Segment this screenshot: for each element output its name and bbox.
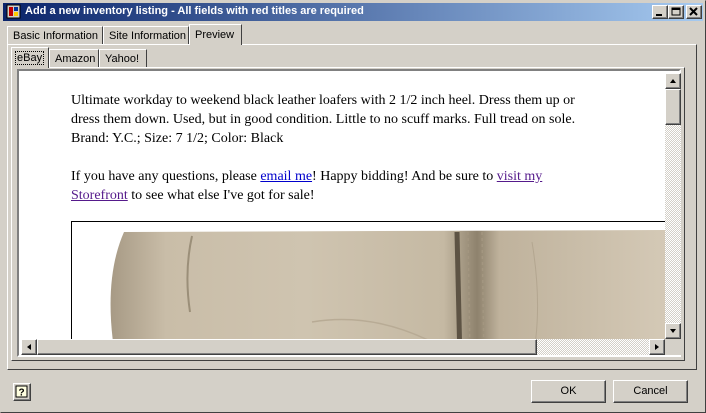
arrow-right-icon	[655, 344, 659, 350]
maximize-button[interactable]	[668, 5, 684, 19]
product-photo	[71, 221, 665, 339]
dialog-window: Add a new inventory listing - All fields…	[0, 0, 706, 413]
scrollbar-corner	[665, 339, 681, 355]
arrow-left-icon	[27, 344, 31, 350]
close-icon	[689, 7, 698, 16]
cancel-button[interactable]: Cancel	[613, 380, 688, 403]
scroll-down-button[interactable]	[665, 323, 681, 339]
vertical-scrollbar[interactable]	[665, 73, 681, 339]
horizontal-scrollbar[interactable]	[21, 339, 665, 355]
minimize-button[interactable]	[652, 5, 668, 19]
description-line: Ultimate workday to weekend black leathe…	[71, 93, 575, 108]
help-icon: ?	[15, 385, 28, 399]
subtab-amazon[interactable]: Amazon	[49, 49, 99, 67]
vertical-scroll-thumb[interactable]	[665, 89, 681, 125]
arrow-down-icon	[670, 329, 676, 333]
contact-text: If you have any questions, please	[71, 169, 261, 184]
preview-page: Ultimate workday to weekend black leathe…	[21, 73, 665, 339]
cancel-button-label: Cancel	[633, 385, 668, 397]
tab-site-information[interactable]: Site Information	[103, 26, 189, 44]
storefront-link[interactable]: Storefront	[71, 188, 128, 203]
ok-button-label: OK	[560, 385, 577, 397]
close-button[interactable]	[686, 5, 702, 19]
subtab-ebay[interactable]: eBay	[11, 47, 49, 68]
tab-basic-information[interactable]: Basic Information	[7, 26, 103, 44]
scroll-up-button[interactable]	[665, 73, 681, 89]
product-photo-image	[110, 230, 665, 339]
main-tab-bar: Basic Information Site Information Previ…	[7, 24, 697, 45]
help-button[interactable]: ?	[13, 383, 31, 401]
subtab-yahoo[interactable]: Yahoo!	[99, 49, 147, 67]
horizontal-scroll-thumb[interactable]	[37, 339, 537, 355]
marketplace-tab-bar: eBay Amazon Yahoo!	[11, 47, 681, 68]
contact-text: to see what else I've got for sale!	[127, 188, 315, 203]
svg-text:?: ?	[18, 388, 24, 399]
app-icon	[6, 4, 21, 19]
email-link[interactable]: email me	[260, 169, 312, 184]
ok-button[interactable]: OK	[531, 380, 606, 403]
tab-label: Preview	[195, 29, 235, 41]
scroll-right-button[interactable]	[649, 339, 665, 355]
storefront-link[interactable]: visit my	[497, 169, 543, 184]
description-line: dress them down. Used, but in good condi…	[71, 112, 576, 127]
contact-message: If you have any questions, please email …	[71, 167, 631, 205]
arrow-up-icon	[670, 79, 676, 83]
maximize-icon	[671, 7, 681, 16]
subtab-label: eBay	[14, 51, 45, 65]
minimize-icon	[656, 14, 662, 16]
html-preview-frame: Ultimate workday to weekend black leathe…	[17, 69, 681, 357]
tab-label: Site Information	[109, 30, 187, 42]
title-bar[interactable]: Add a new inventory listing - All fields…	[3, 3, 703, 21]
item-description: Ultimate workday to weekend black leathe…	[71, 91, 631, 148]
subtab-label: Yahoo!	[105, 53, 140, 65]
tab-preview[interactable]: Preview	[189, 24, 242, 45]
contact-text: ! Happy bidding! And be sure to	[312, 169, 497, 184]
subtab-label: Amazon	[55, 53, 96, 65]
tab-label: Basic Information	[13, 30, 98, 42]
window-title: Add a new inventory listing - All fields…	[25, 5, 364, 17]
scroll-left-button[interactable]	[21, 339, 37, 355]
description-line: Brand: Y.C.; Size: 7 1/2; Color: Black	[71, 131, 284, 146]
